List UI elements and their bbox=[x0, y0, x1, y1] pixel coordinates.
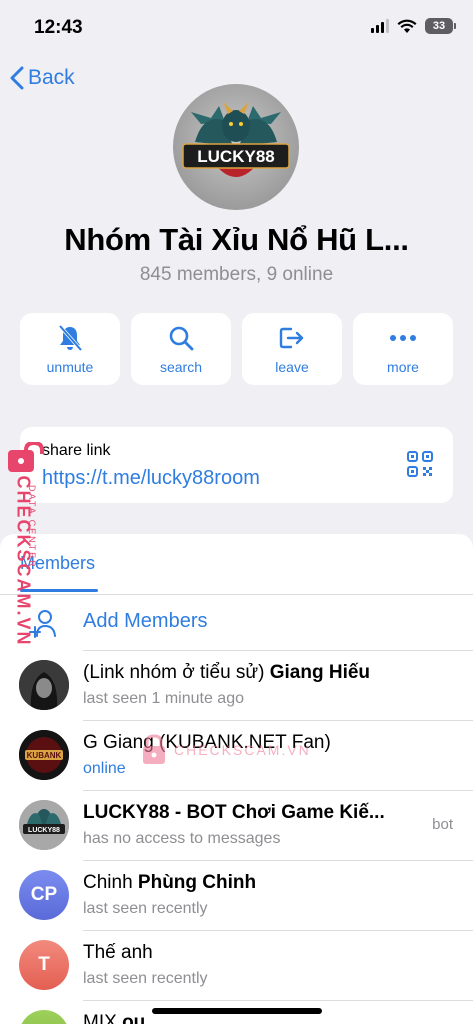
avatar: T bbox=[19, 940, 69, 990]
unmute-label: unmute bbox=[46, 359, 94, 375]
member-first-name: MIX bbox=[83, 1012, 123, 1024]
avatar-photo bbox=[19, 660, 69, 710]
avatar-initials: T bbox=[38, 954, 50, 975]
member-last-name: LUCKY88 - BOT Chơi Game Kiế... bbox=[83, 802, 385, 823]
bot-tag: bot bbox=[432, 816, 453, 833]
avatar bbox=[19, 660, 69, 710]
status-bar: 12:43 33 bbox=[0, 0, 473, 56]
member-name: Chinh Phùng Chinh bbox=[83, 872, 256, 894]
qr-code-icon[interactable] bbox=[407, 451, 433, 477]
cellular-signal-icon bbox=[371, 19, 389, 33]
action-bar: unmute search leave more bbox=[20, 313, 453, 385]
watermark-center: CHECKSCAM.VN bbox=[142, 734, 311, 766]
lock-icon bbox=[8, 442, 44, 472]
more-button[interactable]: more bbox=[353, 313, 453, 385]
watermark-side: CHECKSCAM.VN DATA CENTER bbox=[4, 440, 48, 647]
unmute-button[interactable]: unmute bbox=[20, 313, 120, 385]
logo-text: LUCKY88 bbox=[197, 147, 274, 166]
group-avatar[interactable]: LUCKY88 bbox=[173, 84, 299, 210]
leave-arrow-icon bbox=[279, 327, 304, 349]
avatar: CP bbox=[19, 870, 69, 920]
member-name: MIX ou bbox=[83, 1012, 145, 1024]
member-status: online bbox=[83, 760, 126, 777]
member-status: last seen recently bbox=[83, 970, 208, 987]
member-last-name: ou bbox=[122, 1012, 146, 1024]
status-icons: 33 bbox=[371, 18, 456, 34]
magnifier-icon bbox=[169, 326, 194, 351]
group-title: Nhóm Tài Xỉu Nổ Hũ L... bbox=[64, 222, 409, 257]
lock-icon bbox=[143, 734, 165, 764]
more-label: more bbox=[387, 359, 419, 375]
member-status: has no access to messages bbox=[83, 830, 281, 847]
avatar bbox=[19, 1010, 69, 1024]
group-subtitle: 845 members, 9 online bbox=[139, 264, 334, 285]
back-button[interactable]: Back bbox=[10, 66, 75, 90]
watermark-center-text: CHECKSCAM.VN bbox=[174, 742, 311, 758]
member-last-name: Giang Hiếu bbox=[269, 662, 371, 683]
search-label: search bbox=[159, 359, 203, 375]
avatar: KUBANK bbox=[19, 730, 69, 780]
member-name: LUCKY88 - BOT Chơi Game Kiế... bbox=[83, 802, 385, 824]
member-row[interactable]: LUCKY88 LUCKY88 - BOT Chơi Game Kiế... h… bbox=[0, 790, 473, 860]
watermark-sub-text: DATA CENTER bbox=[27, 485, 37, 569]
avatar: LUCKY88 bbox=[19, 800, 69, 850]
leave-button[interactable]: leave bbox=[242, 313, 342, 385]
wifi-icon bbox=[397, 19, 417, 33]
member-name: (Link nhóm ở tiểu sử) Giang Hiếu bbox=[83, 662, 370, 684]
share-link-url[interactable]: https://t.me/lucky88room bbox=[42, 467, 260, 490]
svg-text:LUCKY88: LUCKY88 bbox=[28, 827, 60, 834]
add-members-label: Add Members bbox=[83, 610, 208, 632]
member-last-name: Phùng Chinh bbox=[137, 872, 257, 893]
tab-divider bbox=[0, 594, 473, 595]
ellipsis-icon bbox=[390, 335, 416, 341]
leave-label: leave bbox=[275, 359, 309, 375]
member-name: Thế anh bbox=[83, 942, 153, 964]
back-label: Back bbox=[28, 66, 75, 89]
avatar-initials: CP bbox=[30, 884, 58, 905]
svg-text:KUBANK: KUBANK bbox=[27, 751, 62, 760]
members-panel: Members Add Members (Link nhóm ở tiểu sử… bbox=[0, 534, 473, 1024]
member-status: last seen 1 minute ago bbox=[83, 690, 244, 707]
battery-icon: 33 bbox=[425, 18, 456, 34]
lucky88-logo: LUCKY88 bbox=[19, 800, 69, 850]
member-first-name: (Link nhóm ở tiểu sử) bbox=[83, 662, 270, 683]
share-link-card[interactable]: share link https://t.me/lucky88room bbox=[20, 427, 453, 503]
member-row[interactable]: (Link nhóm ở tiểu sử) Giang Hiếu last se… bbox=[0, 650, 473, 720]
chevron-left-icon bbox=[10, 66, 24, 90]
search-button[interactable]: search bbox=[131, 313, 231, 385]
add-members-button[interactable]: Add Members bbox=[0, 596, 473, 650]
lucky88-logo: LUCKY88 bbox=[182, 102, 290, 177]
home-indicator[interactable] bbox=[152, 1008, 322, 1014]
member-row[interactable]: CP Chinh Phùng Chinh last seen recently bbox=[0, 860, 473, 930]
member-first-name: Thế anh bbox=[83, 942, 153, 963]
status-time: 12:43 bbox=[34, 17, 83, 38]
member-status: last seen recently bbox=[83, 900, 208, 917]
kubank-logo: KUBANK bbox=[19, 730, 69, 780]
bell-slash-icon bbox=[58, 324, 83, 352]
member-row[interactable]: T Thế anh last seen recently bbox=[0, 930, 473, 1000]
battery-level: 33 bbox=[432, 20, 446, 32]
share-link-label: share link bbox=[42, 442, 111, 459]
member-first-name: Chinh bbox=[83, 872, 138, 893]
